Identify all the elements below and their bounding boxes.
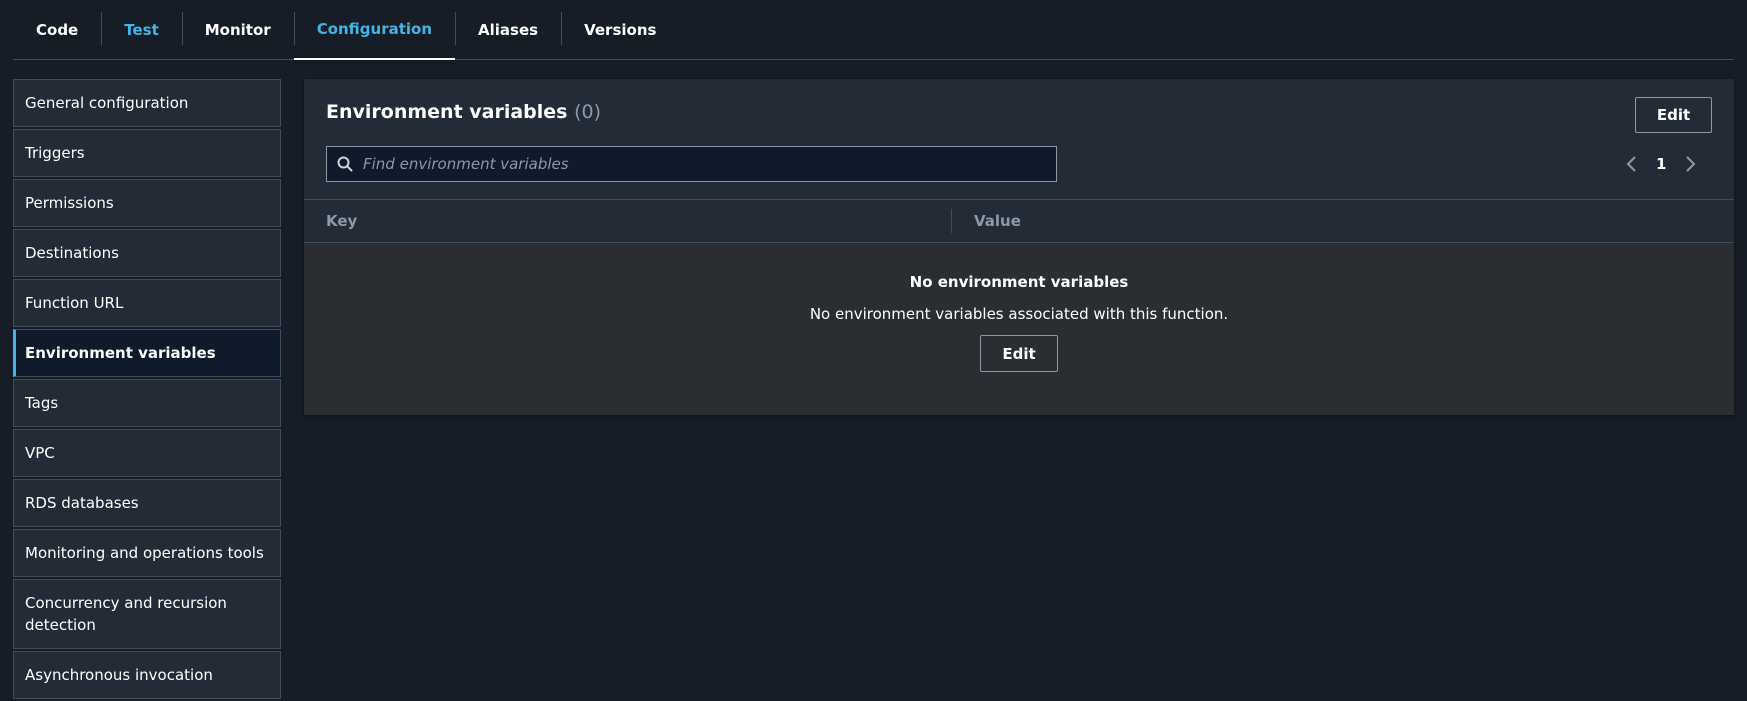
sidebar-item-general-configuration[interactable]: General configuration bbox=[13, 79, 281, 127]
pagination: 1 bbox=[1626, 151, 1696, 177]
sidebar-item-async-invocation[interactable]: Asynchronous invocation bbox=[13, 651, 281, 699]
panel-title: Environment variables (0) bbox=[326, 101, 601, 123]
chevron-left-icon[interactable] bbox=[1626, 155, 1638, 173]
empty-state-description: No environment variables associated with… bbox=[809, 305, 1229, 323]
configuration-sidebar: General configuration Triggers Permissio… bbox=[13, 79, 281, 701]
search-input[interactable] bbox=[363, 155, 1056, 173]
sidebar-item-vpc[interactable]: VPC bbox=[13, 429, 281, 477]
chevron-right-icon[interactable] bbox=[1684, 155, 1696, 173]
tab-test[interactable]: Test bbox=[101, 0, 182, 59]
empty-state: No environment variables No environment … bbox=[304, 243, 1734, 415]
edit-button[interactable]: Edit bbox=[1635, 97, 1712, 133]
sidebar-item-function-url[interactable]: Function URL bbox=[13, 279, 281, 327]
current-page[interactable]: 1 bbox=[1656, 155, 1666, 173]
environment-variables-panel: Environment variables (0) Edit 1 Key Val… bbox=[304, 79, 1734, 415]
variable-count: (0) bbox=[574, 101, 602, 123]
table-header: Key Value bbox=[304, 199, 1734, 243]
sidebar-item-environment-variables[interactable]: Environment variables bbox=[13, 329, 281, 377]
sidebar-item-rds-databases[interactable]: RDS databases bbox=[13, 479, 281, 527]
tab-monitor[interactable]: Monitor bbox=[181, 0, 294, 59]
sidebar-item-permissions[interactable]: Permissions bbox=[13, 179, 281, 227]
sidebar-item-destinations[interactable]: Destinations bbox=[13, 229, 281, 277]
tab-configuration[interactable]: Configuration bbox=[293, 0, 456, 60]
column-header-value[interactable]: Value bbox=[952, 212, 1021, 230]
search-icon bbox=[327, 156, 363, 172]
column-header-key[interactable]: Key bbox=[304, 200, 952, 242]
sidebar-item-tags[interactable]: Tags bbox=[13, 379, 281, 427]
tab-code[interactable]: Code bbox=[13, 0, 101, 59]
top-tab-bar: Code Test Monitor Configuration Aliases … bbox=[13, 0, 1734, 60]
empty-edit-button[interactable]: Edit bbox=[980, 335, 1058, 372]
sidebar-item-monitoring-tools[interactable]: Monitoring and operations tools bbox=[13, 529, 281, 577]
sidebar-item-concurrency[interactable]: Concurrency and recursion detection bbox=[13, 579, 281, 649]
search-field[interactable] bbox=[326, 146, 1057, 182]
sidebar-item-triggers[interactable]: Triggers bbox=[13, 129, 281, 177]
tab-versions[interactable]: Versions bbox=[561, 0, 679, 59]
empty-state-title: No environment variables bbox=[909, 273, 1129, 291]
panel-title-text: Environment variables bbox=[326, 101, 568, 123]
tab-aliases[interactable]: Aliases bbox=[455, 0, 561, 59]
